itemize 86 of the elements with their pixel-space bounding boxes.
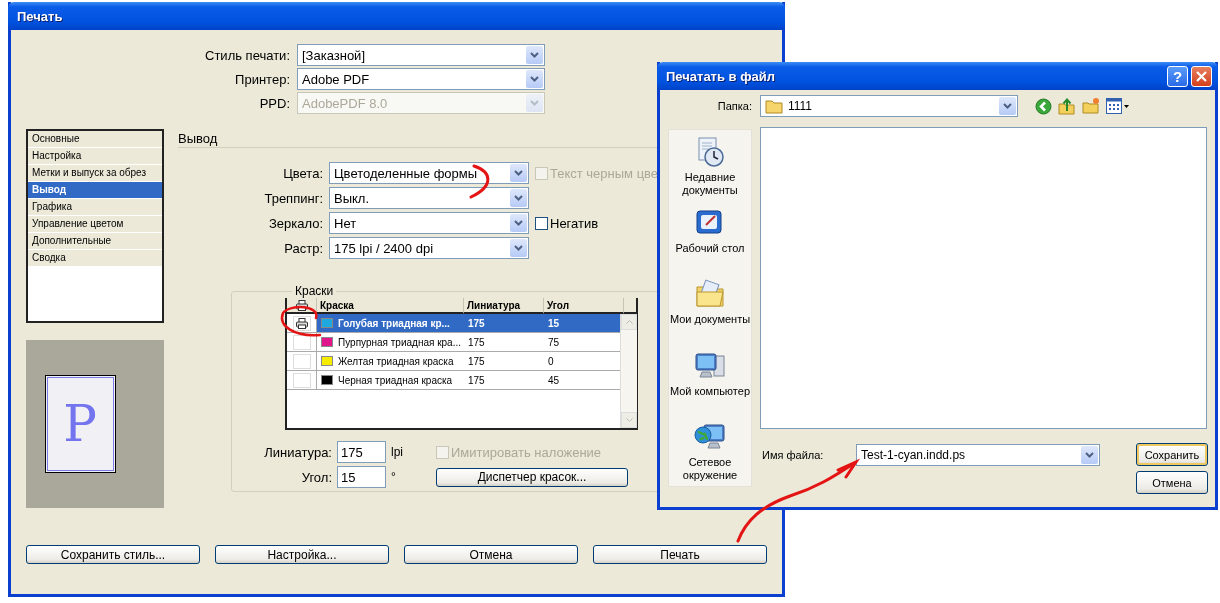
dialog-button[interactable]: Сохранить стиль... [26, 545, 200, 564]
category-item[interactable]: Управление цветом [28, 216, 162, 233]
table-cell[interactable]: Голубая триадная кр... [317, 314, 464, 333]
field-label: Принтер: [234, 71, 290, 87]
table-cell[interactable]: Желтая триадная краска [317, 352, 464, 371]
print-toggle[interactable] [292, 353, 311, 369]
chevron-down-icon [514, 195, 523, 201]
place-link[interactable]: Мои документы [669, 313, 751, 327]
table-cell: 175 [464, 352, 544, 371]
dialog-button[interactable]: Отмена [1136, 471, 1208, 494]
chevron-down-icon [530, 52, 539, 58]
place-link[interactable]: Недавние документы [669, 171, 751, 197]
section-title: Вывод [178, 131, 218, 146]
chevron-down-icon [530, 100, 539, 106]
table-cell: 175 [464, 371, 544, 390]
category-item[interactable]: Сводка [28, 250, 162, 267]
back-icon[interactable] [1035, 97, 1052, 115]
field-label: Линиатура: [263, 444, 332, 460]
preview-letter: P [63, 395, 97, 453]
unit-label: lpi [391, 445, 404, 459]
chevron-down-icon [514, 220, 523, 226]
dropdown[interactable]: Adobe PDF [297, 68, 545, 90]
dialog-button[interactable]: Сохранить [1136, 443, 1208, 466]
window-title: Печать [17, 8, 64, 24]
dialog-button[interactable]: Настройка... [215, 545, 389, 564]
field-label: Треппинг: [263, 190, 323, 206]
checkbox[interactable]: Негатив [535, 215, 599, 231]
place-link[interactable]: Сетевое окружение [669, 455, 751, 482]
group-label: Краски [294, 284, 335, 298]
chevron-down-icon [514, 170, 523, 176]
dropdown[interactable]: [Заказной] [297, 44, 545, 66]
folder-dropdown[interactable]: 1111 [760, 95, 1018, 117]
column-header[interactable]: Линиатура [464, 298, 544, 314]
category-item[interactable]: Графика [28, 199, 162, 216]
field-label: Растр: [283, 240, 323, 256]
print-toggle[interactable] [292, 334, 311, 350]
print-toggle[interactable] [292, 372, 311, 388]
frequency-field[interactable]: 175 [337, 441, 386, 463]
category-item[interactable]: Дополнительные [28, 233, 162, 250]
category-item[interactable]: Настройка [28, 148, 162, 165]
close-button[interactable] [1191, 65, 1212, 87]
ink-name: Голубая триадная кр... [338, 317, 450, 329]
chevron-down-icon [514, 245, 523, 251]
field-label: Угол: [300, 469, 332, 485]
dropdown[interactable]: Выкл. [329, 187, 529, 209]
new-folder-icon[interactable] [1082, 97, 1100, 115]
table-cell: 175 [464, 333, 544, 352]
unit-label: ° [391, 470, 397, 484]
ink-name: Пурпурная триадная кра... [338, 336, 461, 348]
field-label: Зеркало: [267, 215, 323, 231]
chevron-down-icon [530, 76, 539, 82]
place-link[interactable]: Рабочий стол [675, 242, 745, 256]
column-header[interactable]: Краска [317, 298, 464, 314]
table-cell[interactable]: Пурпурная триадная кра... [317, 333, 464, 352]
filename-field[interactable]: Test-1-cyan.indd.ps [856, 443, 1100, 466]
printer-icon [295, 299, 308, 311]
dropdown[interactable]: Цветоделенные формы [329, 162, 529, 184]
angle-field[interactable]: 15 [337, 466, 386, 488]
category-item[interactable]: Метки и выпуск за обрез [28, 165, 162, 182]
folder-icon [765, 98, 783, 114]
close-icon [1196, 70, 1207, 82]
dialog-button[interactable]: Отмена [404, 545, 578, 564]
dropdown[interactable]: Нет [329, 212, 529, 234]
place-link[interactable]: Мой компьютер [669, 384, 751, 398]
view-menu-icon[interactable] [1106, 98, 1130, 114]
ink-name: Желтая триадная краска [338, 355, 454, 367]
table-cell: 175 [464, 314, 544, 333]
folder-up-icon[interactable] [1058, 97, 1076, 115]
window-title: Печатать в файл [666, 68, 777, 84]
field-label: Папка: [716, 100, 752, 112]
field-label: Стиль печати: [204, 47, 290, 63]
ink-manager-button[interactable]: Диспетчер красок... [436, 467, 628, 487]
printer-icon [295, 317, 308, 329]
table-cell[interactable]: Черная триадная краска [317, 371, 464, 390]
ink-name: Черная триадная краска [338, 374, 453, 386]
category-item[interactable]: Основные [28, 131, 162, 148]
chevron-down-icon [1085, 451, 1094, 458]
print-toggle[interactable] [292, 315, 311, 331]
field-label: Имя файла: [761, 448, 825, 461]
field-label: PPD: [258, 95, 290, 111]
dropdown[interactable]: 175 lpi / 2400 dpi [329, 237, 529, 259]
field-label: Цвета: [282, 165, 323, 181]
category-item[interactable]: Вывод [28, 182, 162, 199]
column-header[interactable]: Угол [544, 298, 624, 314]
chevron-down-icon [1003, 103, 1012, 109]
dialog-button[interactable]: Печать [593, 545, 767, 564]
